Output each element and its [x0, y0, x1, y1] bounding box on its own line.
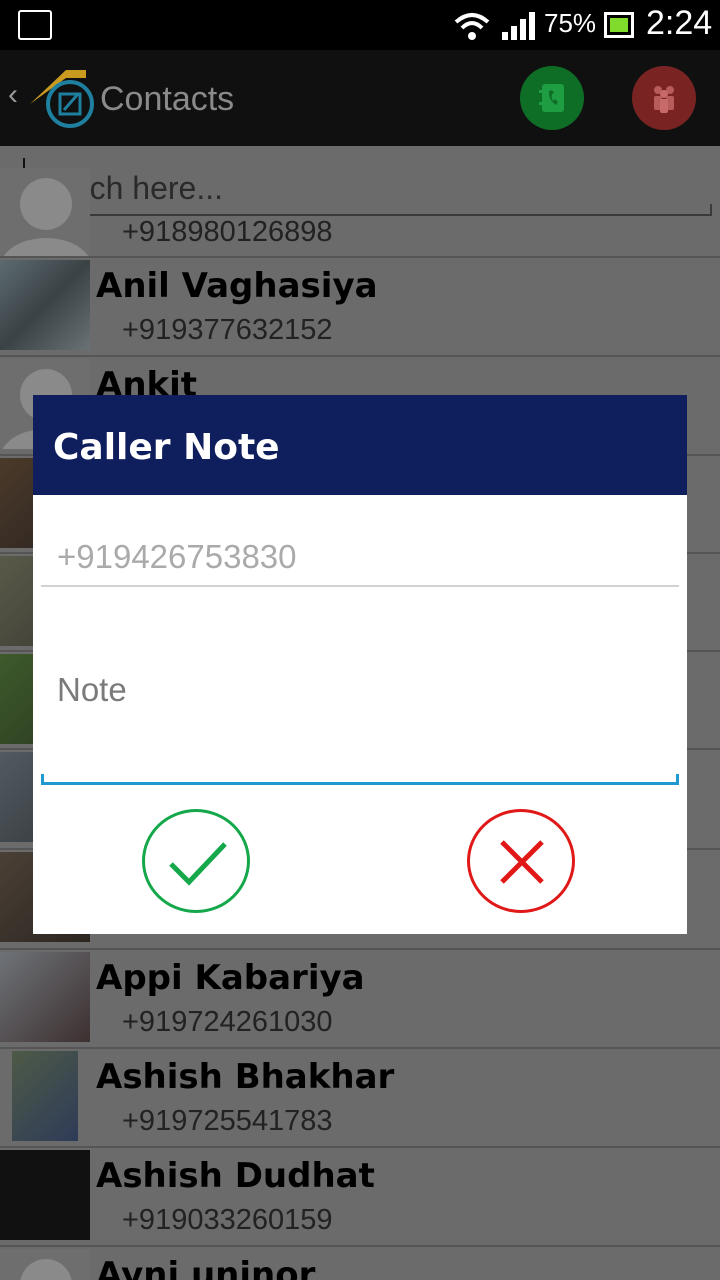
contact-name: Ashish Bhakhar: [96, 1057, 395, 1097]
contact-number: +918980126898: [122, 216, 333, 248]
list-item[interactable]: Ayni uninor: [0, 1245, 720, 1280]
contact-name: Anil Vaghasiya: [96, 266, 378, 306]
avatar: [0, 952, 90, 1042]
avatar: [0, 168, 90, 258]
dialog-title: Caller Note: [53, 427, 280, 468]
contact-number: +919377632152: [122, 314, 333, 346]
clock: 2:24: [646, 4, 713, 42]
contacts-book-button[interactable]: [520, 66, 584, 130]
battery-percent: 75%: [544, 8, 597, 38]
avatar: [0, 1150, 90, 1240]
cancel-note-button[interactable]: [467, 809, 575, 913]
battery-icon: [604, 12, 634, 38]
phone-input[interactable]: [57, 535, 667, 579]
save-note-button[interactable]: [142, 809, 250, 913]
contact-number: +919724261030: [122, 1006, 333, 1038]
checkmark-icon: [169, 842, 227, 886]
avatar: [0, 1249, 90, 1280]
dialog-header: Caller Note: [33, 395, 687, 495]
image-icon: [18, 10, 52, 40]
wifi-icon: [454, 13, 490, 40]
search-bar[interactable]: [8, 158, 712, 216]
contact-number: +919033260159: [122, 1204, 333, 1236]
list-item[interactable]: Ashish Dudhat +919033260159: [0, 1146, 720, 1244]
phone-field[interactable]: [41, 535, 679, 587]
contact-name: Ayni uninor: [96, 1255, 316, 1280]
list-item[interactable]: Appi Kabariya +919724261030: [0, 948, 720, 1046]
note-input[interactable]: [57, 671, 667, 771]
groups-button[interactable]: [632, 66, 696, 130]
contact-number: +919725541783: [122, 1105, 333, 1137]
close-icon: [500, 840, 544, 884]
caller-note-dialog: Caller Note: [33, 395, 687, 934]
page-title: Contacts: [100, 80, 235, 118]
note-field[interactable]: [41, 665, 679, 785]
search-input[interactable]: [22, 164, 702, 212]
action-bar: ‹ Contacts: [0, 50, 720, 146]
contacts-book-icon: [539, 84, 564, 112]
app-logo-icon[interactable]: [26, 64, 94, 132]
groups-icon: [654, 86, 674, 113]
status-bar: 75% 2:24: [0, 0, 720, 50]
contact-name: Ashish Dudhat: [96, 1156, 375, 1196]
list-item[interactable]: Ashish Bhakhar +919725541783: [0, 1047, 720, 1145]
contact-name: Appi Kabariya: [96, 958, 365, 998]
back-icon[interactable]: ‹: [8, 78, 18, 112]
avatar: [12, 1051, 78, 1141]
avatar: [0, 260, 90, 350]
list-item[interactable]: Anil Vaghasiya +919377632152: [0, 256, 720, 354]
list-item[interactable]: +918980126898: [0, 168, 720, 258]
signal-icon: [502, 12, 535, 40]
